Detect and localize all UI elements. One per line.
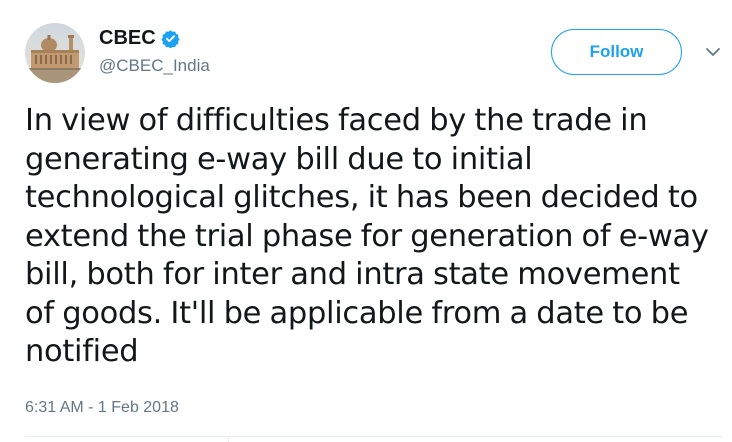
tweet-text-line: extend the trial phase for generation of… [25, 218, 709, 254]
tweet-text-line: bill, both for inter and intra state mov… [25, 257, 680, 292]
building-avatar-icon [25, 23, 85, 83]
tweet-text-line: technological glitches, it has been deci… [25, 180, 698, 215]
follow-button[interactable]: Follow [551, 29, 682, 75]
verified-badge-icon [160, 29, 180, 49]
tweet-text-line: In view of difficulties faced by the tra… [25, 103, 648, 138]
author-name-row[interactable]: CBEC [99, 26, 180, 50]
divider [25, 436, 723, 437]
chevron-down-icon[interactable] [704, 44, 722, 58]
tweet-timestamp[interactable]: 6:31 AM - 1 Feb 2018 [25, 399, 179, 417]
display-name[interactable]: CBEC [99, 27, 156, 50]
tweet-text-line: generating e-way bill due to initial [25, 141, 533, 177]
author-handle[interactable]: @CBEC_India [99, 56, 210, 76]
tweet-text: In view of difficulties faced by the tra… [25, 102, 725, 372]
divider-tick [228, 436, 229, 442]
tweet-text-line: of goods. It'll be applicable from a dat… [25, 295, 689, 331]
avatar[interactable] [25, 23, 85, 83]
tweet-card: CBEC @CBEC_India Follow In view of diffi… [0, 0, 732, 442]
tweet-text-line: notified [25, 334, 139, 369]
